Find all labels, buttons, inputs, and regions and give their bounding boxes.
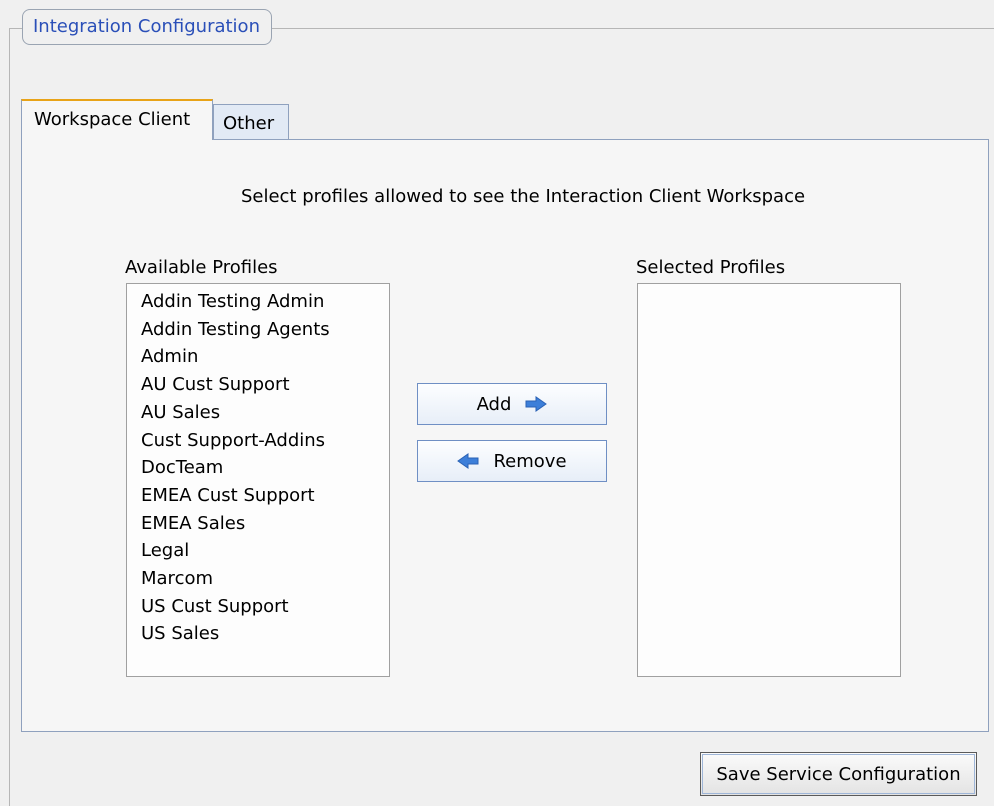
- add-button[interactable]: Add: [417, 383, 607, 425]
- list-item[interactable]: DocTeam: [141, 454, 389, 482]
- list-item[interactable]: AU Cust Support: [141, 371, 389, 399]
- fieldset-border-left: [9, 28, 10, 806]
- arrow-left-icon: [457, 453, 479, 469]
- save-service-configuration-button[interactable]: Save Service Configuration: [700, 752, 977, 796]
- tab-workspace-client[interactable]: Workspace Client: [21, 99, 213, 140]
- list-item[interactable]: Addin Testing Admin: [141, 288, 389, 316]
- available-profiles-label: Available Profiles: [125, 257, 278, 278]
- list-item[interactable]: Cust Support-Addins: [141, 427, 389, 455]
- tab-panel-workspace-client: Select profiles allowed to see the Inter…: [21, 139, 989, 732]
- list-item[interactable]: Marcom: [141, 565, 389, 593]
- list-item[interactable]: EMEA Cust Support: [141, 482, 389, 510]
- selected-profiles-list[interactable]: [637, 283, 901, 677]
- list-item[interactable]: AU Sales: [141, 399, 389, 427]
- arrow-right-icon: [525, 396, 548, 412]
- list-item[interactable]: US Cust Support: [141, 593, 389, 621]
- remove-button[interactable]: Remove: [417, 440, 607, 482]
- list-item[interactable]: Admin: [141, 343, 389, 371]
- selected-profiles-label: Selected Profiles: [636, 257, 786, 278]
- list-item[interactable]: Addin Testing Agents: [141, 316, 389, 344]
- list-item[interactable]: Legal: [141, 537, 389, 565]
- add-button-label: Add: [476, 393, 512, 415]
- remove-button-label: Remove: [493, 450, 567, 472]
- list-item[interactable]: US Sales: [141, 620, 389, 648]
- instruction-text: Select profiles allowed to see the Inter…: [240, 186, 806, 207]
- fieldset-legend: Integration Configuration: [22, 9, 272, 45]
- available-profiles-list[interactable]: Addin Testing Admin Addin Testing Agents…: [126, 283, 390, 677]
- tab-other[interactable]: Other: [213, 104, 289, 140]
- list-item[interactable]: EMEA Sales: [141, 510, 389, 538]
